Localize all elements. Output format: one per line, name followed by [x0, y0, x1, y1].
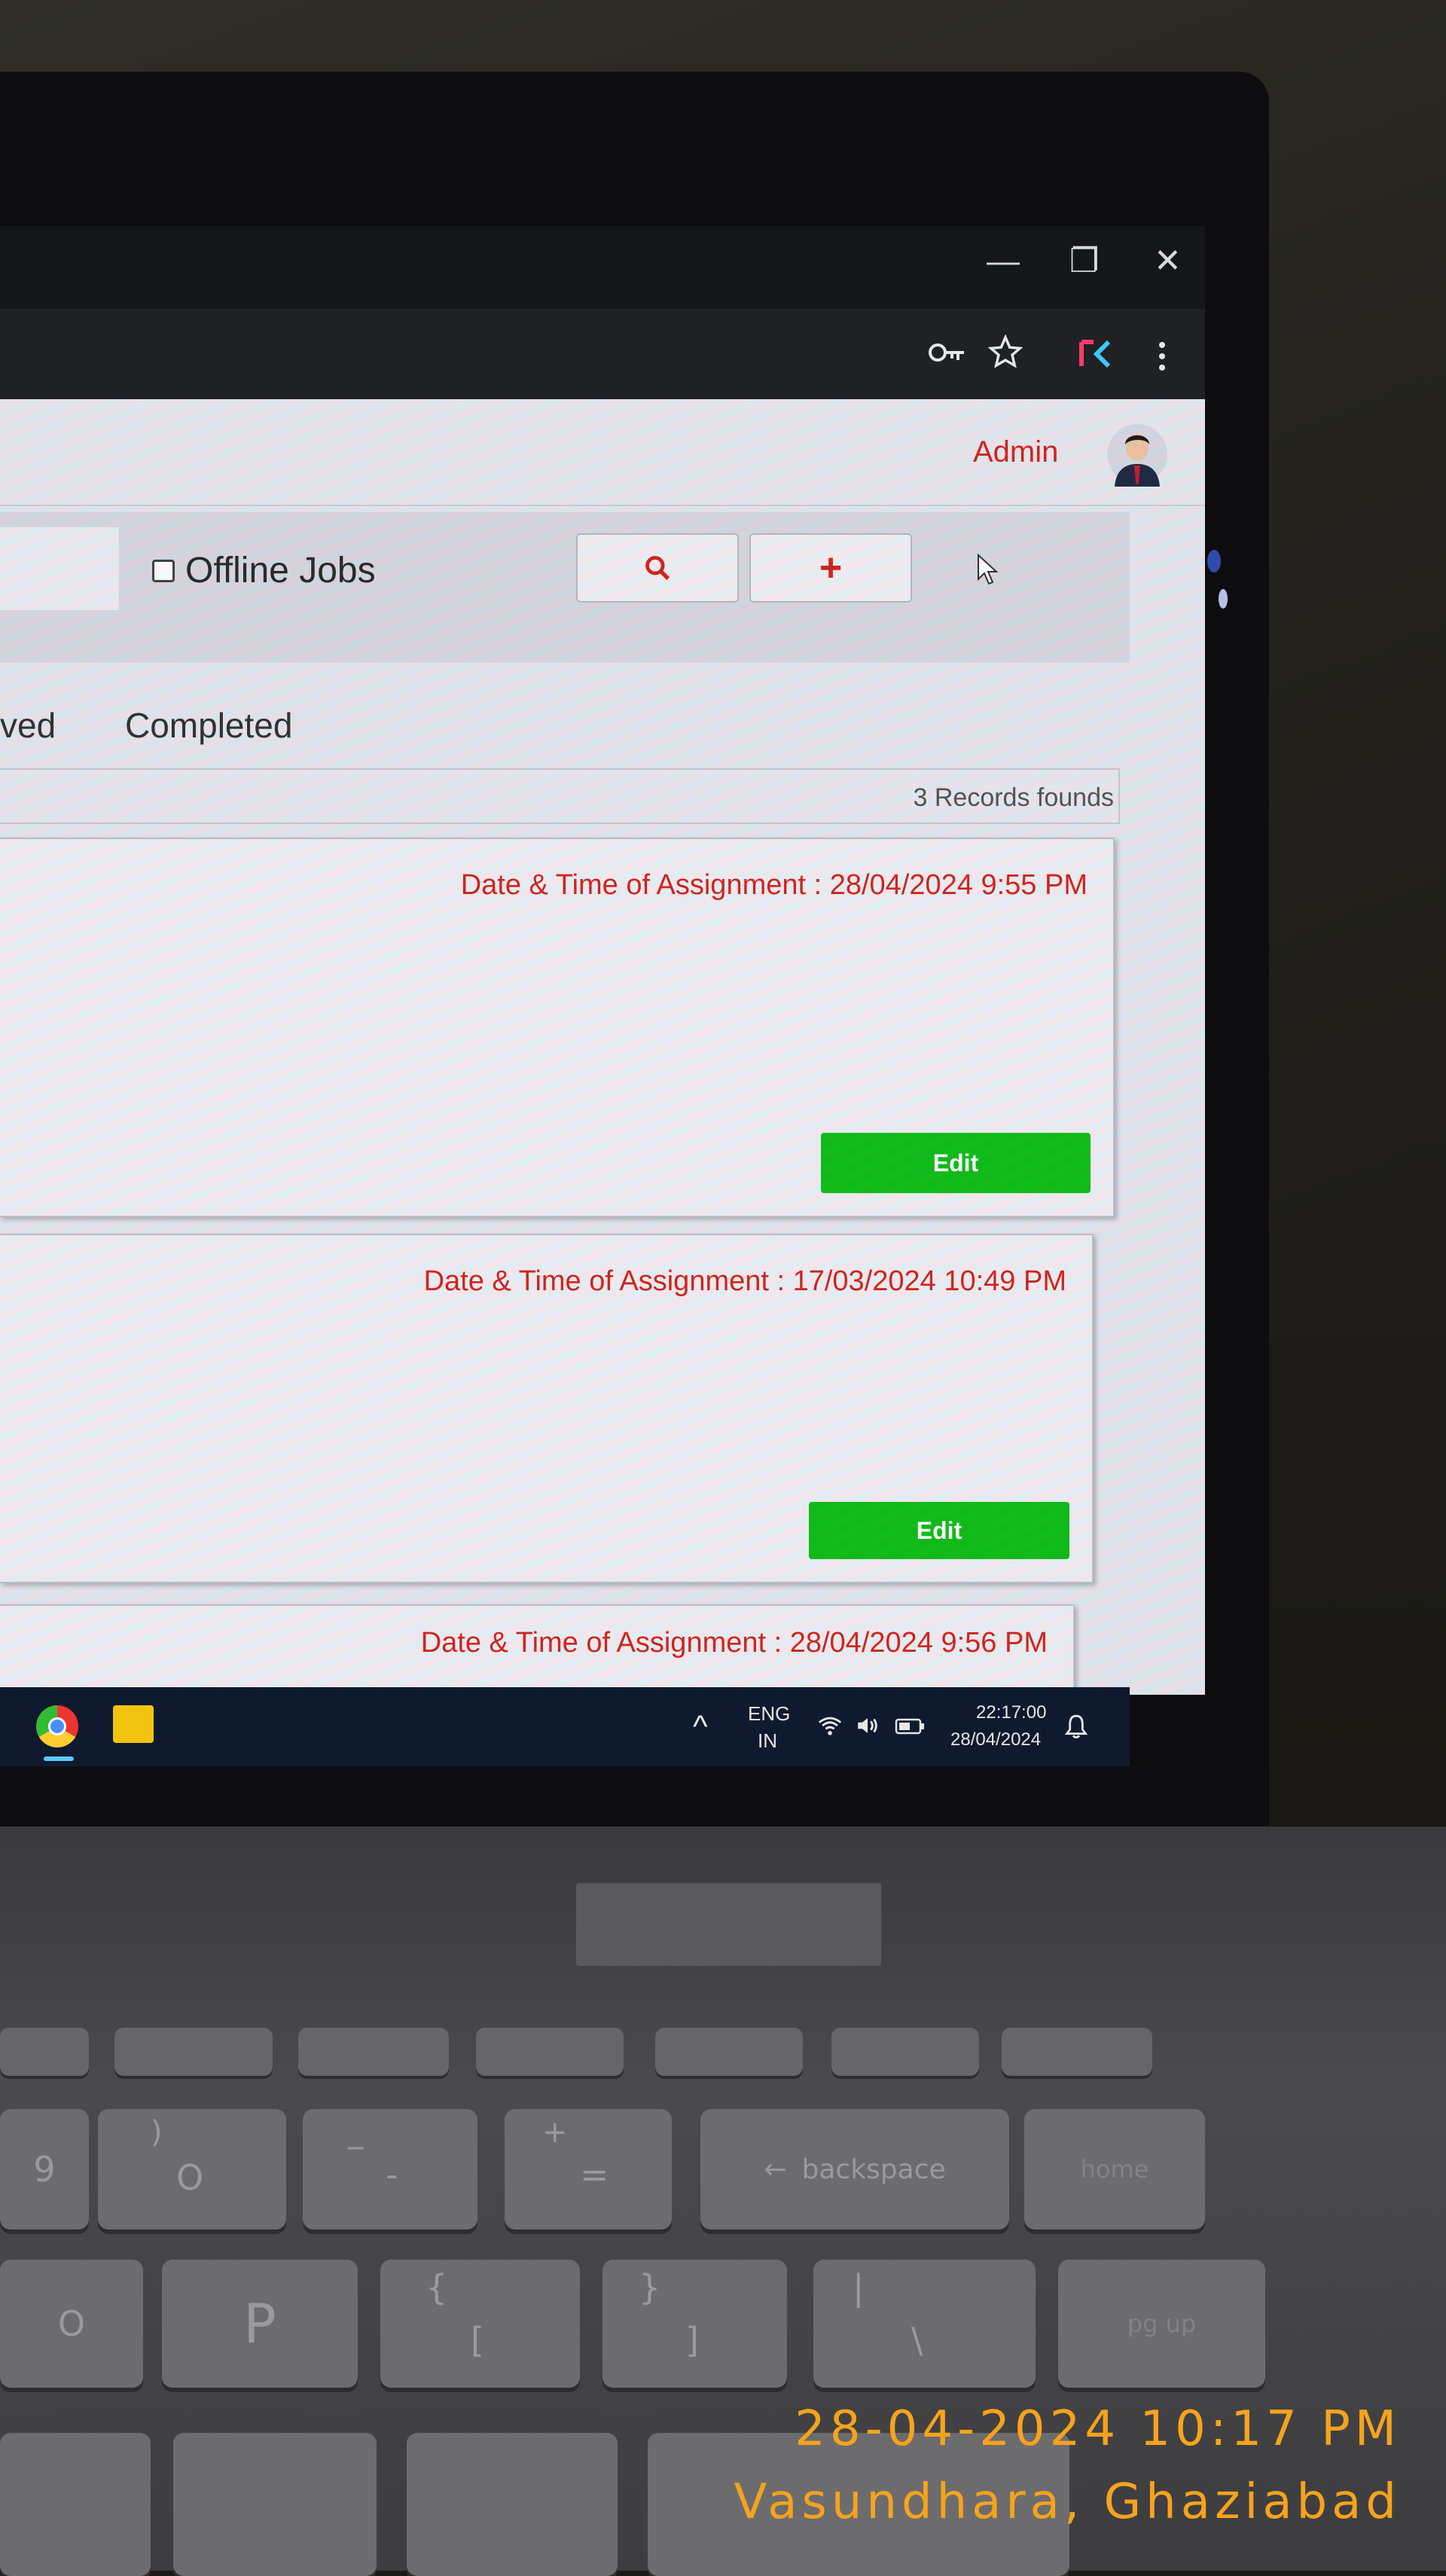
key-0-upper: ) — [151, 2115, 163, 2150]
offline-jobs-filter[interactable]: Offline Jobs — [152, 550, 376, 591]
search-icon — [645, 556, 670, 581]
function-key[interactable] — [831, 2028, 979, 2076]
photo-location-stamp: Vasundhara, Ghaziabad — [734, 2474, 1401, 2530]
menu-dots-icon[interactable] — [1157, 340, 1167, 372]
status-tabs: ved Completed — [0, 678, 1130, 753]
web-page: Admin Offline Jobs + ved Completed 3 Rec… — [0, 399, 1205, 1695]
offline-jobs-checkbox[interactable] — [152, 559, 175, 582]
restore-button[interactable]: ❐ — [1069, 245, 1099, 278]
key-bracket-left[interactable]: { [ — [380, 2260, 580, 2388]
browser-toolbar — [0, 309, 1205, 399]
assignment-datetime: Date & Time of Assignment : 28/04/2024 9… — [460, 869, 1088, 901]
laptop-hinge — [576, 1883, 881, 1966]
function-key[interactable] — [476, 2028, 624, 2076]
key-0-lower: O — [176, 2157, 204, 2198]
function-key[interactable] — [0, 2028, 89, 2076]
key-0[interactable]: ) O — [98, 2109, 286, 2230]
key-9[interactable]: 9 — [0, 2109, 89, 2230]
key-icon[interactable] — [928, 337, 967, 368]
job-card: Date & Time of Assignment : 28/04/2024 9… — [0, 838, 1115, 1217]
language-code[interactable]: ENG — [748, 1702, 790, 1726]
search-input[interactable] — [0, 527, 119, 610]
list-header: 3 Records founds — [0, 768, 1120, 824]
key-equals-lower: = — [580, 2154, 609, 2195]
sticky-notes-taskbar-icon[interactable] — [113, 1705, 154, 1743]
language-region[interactable]: IN — [758, 1729, 777, 1753]
battery-icon[interactable] — [895, 1717, 925, 1735]
edge-light — [1219, 589, 1228, 609]
add-button[interactable]: + — [749, 533, 912, 603]
key[interactable] — [0, 2433, 151, 2576]
clock-date[interactable]: 28/04/2024 — [950, 1729, 1041, 1750]
assignment-datetime: Date & Time of Assignment : 17/03/2024 1… — [423, 1265, 1066, 1297]
edge-light — [1207, 550, 1221, 572]
page-header: Admin — [0, 399, 1205, 506]
key-bracket-right-lower: ] — [685, 2320, 699, 2361]
key-home[interactable]: home — [1024, 2109, 1205, 2230]
search-button[interactable] — [576, 533, 739, 603]
key-backslash[interactable]: | \ — [813, 2260, 1036, 2388]
star-icon[interactable] — [988, 334, 1023, 369]
key-equals-upper: + — [542, 2115, 568, 2150]
key-o[interactable]: O — [0, 2260, 143, 2388]
key-minus-upper: _ — [348, 2115, 363, 2150]
edit-button[interactable]: Edit — [821, 1133, 1091, 1193]
key-minus-lower: - — [386, 2154, 398, 2195]
tab-approved[interactable]: ved — [0, 705, 56, 746]
windows-taskbar: ^ ENG IN 22:17:00 28/04/2024 — [0, 1687, 1130, 1766]
key-backspace[interactable]: ← backspace — [700, 2109, 1009, 2230]
plus-icon: + — [819, 546, 843, 590]
key-equals[interactable]: + = — [505, 2109, 672, 2230]
wifi-icon[interactable] — [817, 1714, 843, 1737]
key[interactable] — [407, 2433, 618, 2576]
tray-chevron-icon[interactable]: ^ — [693, 1708, 708, 1744]
extension-icon[interactable] — [1077, 337, 1116, 371]
records-count: 3 Records founds — [913, 783, 1115, 812]
key-backspace-label: backspace — [801, 2153, 946, 2185]
function-key[interactable] — [655, 2028, 803, 2076]
filter-bar: Offline Jobs + — [0, 512, 1130, 663]
key-page-up[interactable]: pg up — [1058, 2260, 1265, 2388]
key-bracket-right[interactable]: } ] — [602, 2260, 787, 2388]
photo-datetime-stamp: 28-04-2024 10:17 PM — [795, 2401, 1401, 2457]
notification-bell-icon[interactable] — [1063, 1713, 1089, 1740]
window-caption-bar — [0, 226, 1205, 309]
user-name[interactable]: Admin — [973, 435, 1058, 469]
key-bracket-right-upper: } — [639, 2267, 661, 2308]
backspace-arrow-icon: ← — [764, 2153, 787, 2185]
tab-completed[interactable]: Completed — [125, 705, 292, 746]
job-card: Date & Time of Assignment : 28/04/2024 9… — [0, 1604, 1075, 1695]
minimize-button[interactable]: — — [987, 245, 1020, 278]
key-bracket-left-lower: [ — [471, 2320, 484, 2361]
active-indicator — [44, 1757, 74, 1761]
key[interactable] — [173, 2433, 377, 2576]
mouse-pointer-icon — [978, 554, 999, 585]
key-backslash-lower: \ — [911, 2320, 923, 2361]
clock-time[interactable]: 22:17:00 — [976, 1702, 1046, 1723]
volume-icon[interactable] — [855, 1714, 880, 1737]
function-key[interactable] — [1002, 2028, 1152, 2076]
key-backslash-upper: | — [853, 2267, 865, 2308]
key-p[interactable]: P — [162, 2260, 358, 2388]
job-card: Date & Time of Assignment : 17/03/2024 1… — [0, 1234, 1094, 1583]
close-button[interactable]: ✕ — [1154, 245, 1182, 278]
edit-button[interactable]: Edit — [809, 1502, 1069, 1559]
avatar[interactable] — [1107, 422, 1167, 487]
function-key[interactable] — [114, 2028, 273, 2076]
function-key[interactable] — [298, 2028, 449, 2076]
assignment-datetime: Date & Time of Assignment : 28/04/2024 9… — [420, 1627, 1048, 1659]
key-bracket-left-upper: { — [426, 2267, 448, 2308]
key-minus[interactable]: _ - — [303, 2109, 477, 2230]
offline-jobs-label: Offline Jobs — [185, 551, 376, 591]
chrome-taskbar-icon[interactable] — [36, 1705, 78, 1747]
